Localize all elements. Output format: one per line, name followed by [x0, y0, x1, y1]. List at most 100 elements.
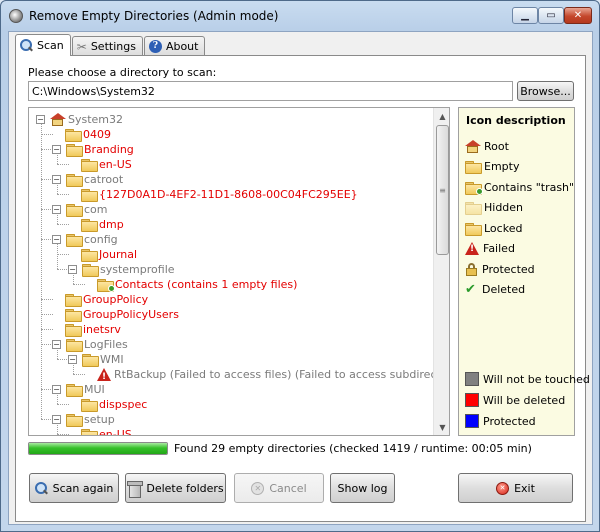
tree-node[interactable]: dmp	[81, 217, 124, 232]
failed-icon	[97, 368, 111, 385]
tree-node[interactable]: inetsrv	[65, 322, 121, 337]
hidden-folder-icon	[465, 202, 482, 215]
tree-guide-line	[41, 134, 53, 135]
directory-tree[interactable]: − System32 0409 − Branding en-US − catroot {127D…	[28, 107, 450, 436]
status-text: Found 29 empty directories (checked 1419…	[174, 442, 532, 455]
tree-node[interactable]: − WMI	[68, 352, 124, 367]
recycle-bin-icon	[127, 480, 144, 498]
legend-color-item: Protected	[465, 413, 536, 429]
legend-item-label: Locked	[484, 221, 523, 235]
tree-node[interactable]: {127D0A1D-4EF2-11D1-8608-00C04FC295EE}	[81, 187, 358, 202]
tree-node[interactable]: − systemprofile	[68, 262, 175, 277]
tree-node-label: com	[84, 203, 108, 216]
tree-node[interactable]: − System32	[36, 112, 123, 127]
minimize-button[interactable]: ▁	[512, 7, 538, 24]
magnifier-icon	[20, 39, 33, 52]
tree-node-label: inetsrv	[83, 323, 121, 336]
folder-icon	[66, 384, 83, 397]
tab-strip: Scan ✂ Settings ? About	[15, 34, 206, 56]
collapse-icon[interactable]: −	[52, 340, 61, 349]
lock-icon	[465, 262, 478, 276]
tree-guide-line	[57, 194, 69, 195]
collapse-icon[interactable]: −	[68, 265, 77, 274]
info-icon: ?	[148, 40, 162, 53]
exit-button[interactable]: ✕ Exit	[458, 473, 573, 503]
collapse-icon[interactable]: −	[52, 415, 61, 424]
scroll-up-icon[interactable]: ▲	[435, 108, 449, 124]
collapse-icon[interactable]: −	[52, 385, 61, 394]
tree-node-label: catroot	[84, 173, 124, 186]
tree-node[interactable]: Contacts (contains 1 empty files)	[97, 277, 297, 292]
tree-guide-line	[57, 224, 69, 225]
tools-icon: ✂	[76, 39, 87, 54]
browse-button[interactable]: Browse...	[517, 81, 574, 101]
tree-scrollbar[interactable]: ▲ ≡ ▼	[433, 108, 449, 435]
directory-path-input[interactable]	[28, 81, 513, 101]
tree-node-label: en-US	[99, 428, 132, 435]
client-area: Scan ✂ Settings ? About Please choose a …	[8, 31, 593, 525]
close-icon: ✕	[573, 10, 583, 21]
legend-color-label: Protected	[483, 414, 536, 428]
legend-item: ✔ Deleted	[465, 282, 525, 298]
tree-node-label: WMI	[100, 353, 124, 366]
folder-icon	[66, 174, 83, 187]
folder-icon	[81, 429, 98, 435]
tree-node[interactable]: en-US	[81, 427, 132, 435]
tab-settings[interactable]: ✂ Settings	[71, 36, 143, 56]
tree-guide-line	[57, 254, 69, 255]
delete-folders-label: Delete folders	[146, 481, 224, 495]
tree-node[interactable]: − catroot	[52, 172, 123, 187]
tab-label: Scan	[37, 39, 64, 52]
cancel-label: Cancel	[269, 481, 307, 495]
folder-icon	[66, 234, 83, 247]
scroll-down-icon[interactable]: ▼	[435, 419, 449, 435]
app-icon	[9, 9, 23, 23]
tree-node[interactable]: en-US	[81, 157, 132, 172]
tree-node[interactable]: 0409	[65, 127, 111, 142]
tree-node-label: {127D0A1D-4EF2-11D1-8608-00C04FC295EE}	[99, 188, 358, 201]
tree-node[interactable]: Journal	[81, 247, 137, 262]
folder-icon	[81, 249, 98, 262]
scan-panel: Please choose a directory to scan: Brows…	[15, 55, 590, 522]
collapse-icon[interactable]: −	[52, 235, 61, 244]
close-button[interactable]: ✕	[564, 7, 592, 24]
scan-again-button[interactable]: Scan again	[29, 473, 119, 503]
tree-node-label: System32	[68, 113, 124, 126]
tab-scan[interactable]: Scan	[15, 34, 71, 56]
tree-node[interactable]: − com	[52, 202, 108, 217]
collapse-icon[interactable]: −	[68, 355, 77, 364]
scroll-thumb[interactable]: ≡	[436, 125, 449, 255]
tree-node[interactable]: − LogFiles	[52, 337, 128, 352]
tab-about[interactable]: ? About	[143, 36, 206, 56]
delete-folders-button[interactable]: Delete folders	[125, 473, 226, 503]
collapse-icon[interactable]: −	[52, 145, 61, 154]
title-bar[interactable]: Remove Empty Directories (Admin mode) ▁ …	[1, 1, 599, 31]
tree-node[interactable]: GroupPolicy	[65, 292, 148, 307]
legend-item-label: Deleted	[482, 283, 526, 296]
show-log-button[interactable]: Show log	[330, 473, 395, 503]
root-icon	[50, 113, 66, 126]
tab-label: Settings	[90, 40, 136, 53]
folder-icon	[65, 324, 82, 337]
collapse-icon[interactable]: −	[52, 175, 61, 184]
legend-item: Hidden	[465, 200, 523, 216]
legend-item-label: Contains "trash"	[484, 180, 575, 194]
collapse-icon[interactable]: −	[52, 205, 61, 214]
tree-node[interactable]: GroupPolicyUsers	[65, 307, 179, 322]
collapse-icon[interactable]: −	[36, 115, 45, 124]
legend-item: Contains "trash"	[465, 179, 574, 195]
tree-node-label: setup	[84, 413, 115, 426]
tree-node-label: config	[84, 233, 118, 246]
folder-icon	[81, 159, 98, 172]
tree-node[interactable]: − config	[52, 232, 118, 247]
tree-node[interactable]: − Branding	[52, 142, 134, 157]
tree-node[interactable]: dispspec	[81, 397, 147, 412]
tree-node[interactable]: − setup	[52, 412, 115, 427]
maximize-button[interactable]: ▭	[538, 7, 564, 24]
cancel-button[interactable]: ✕ Cancel	[234, 473, 324, 503]
trash-folder-icon	[465, 181, 483, 195]
tree-node[interactable]: RtBackup (Failed to access files) (Faile…	[97, 367, 433, 385]
tree-node[interactable]: − MUI	[52, 382, 105, 397]
folder-icon	[65, 129, 82, 142]
locked-folder-icon	[465, 222, 482, 236]
